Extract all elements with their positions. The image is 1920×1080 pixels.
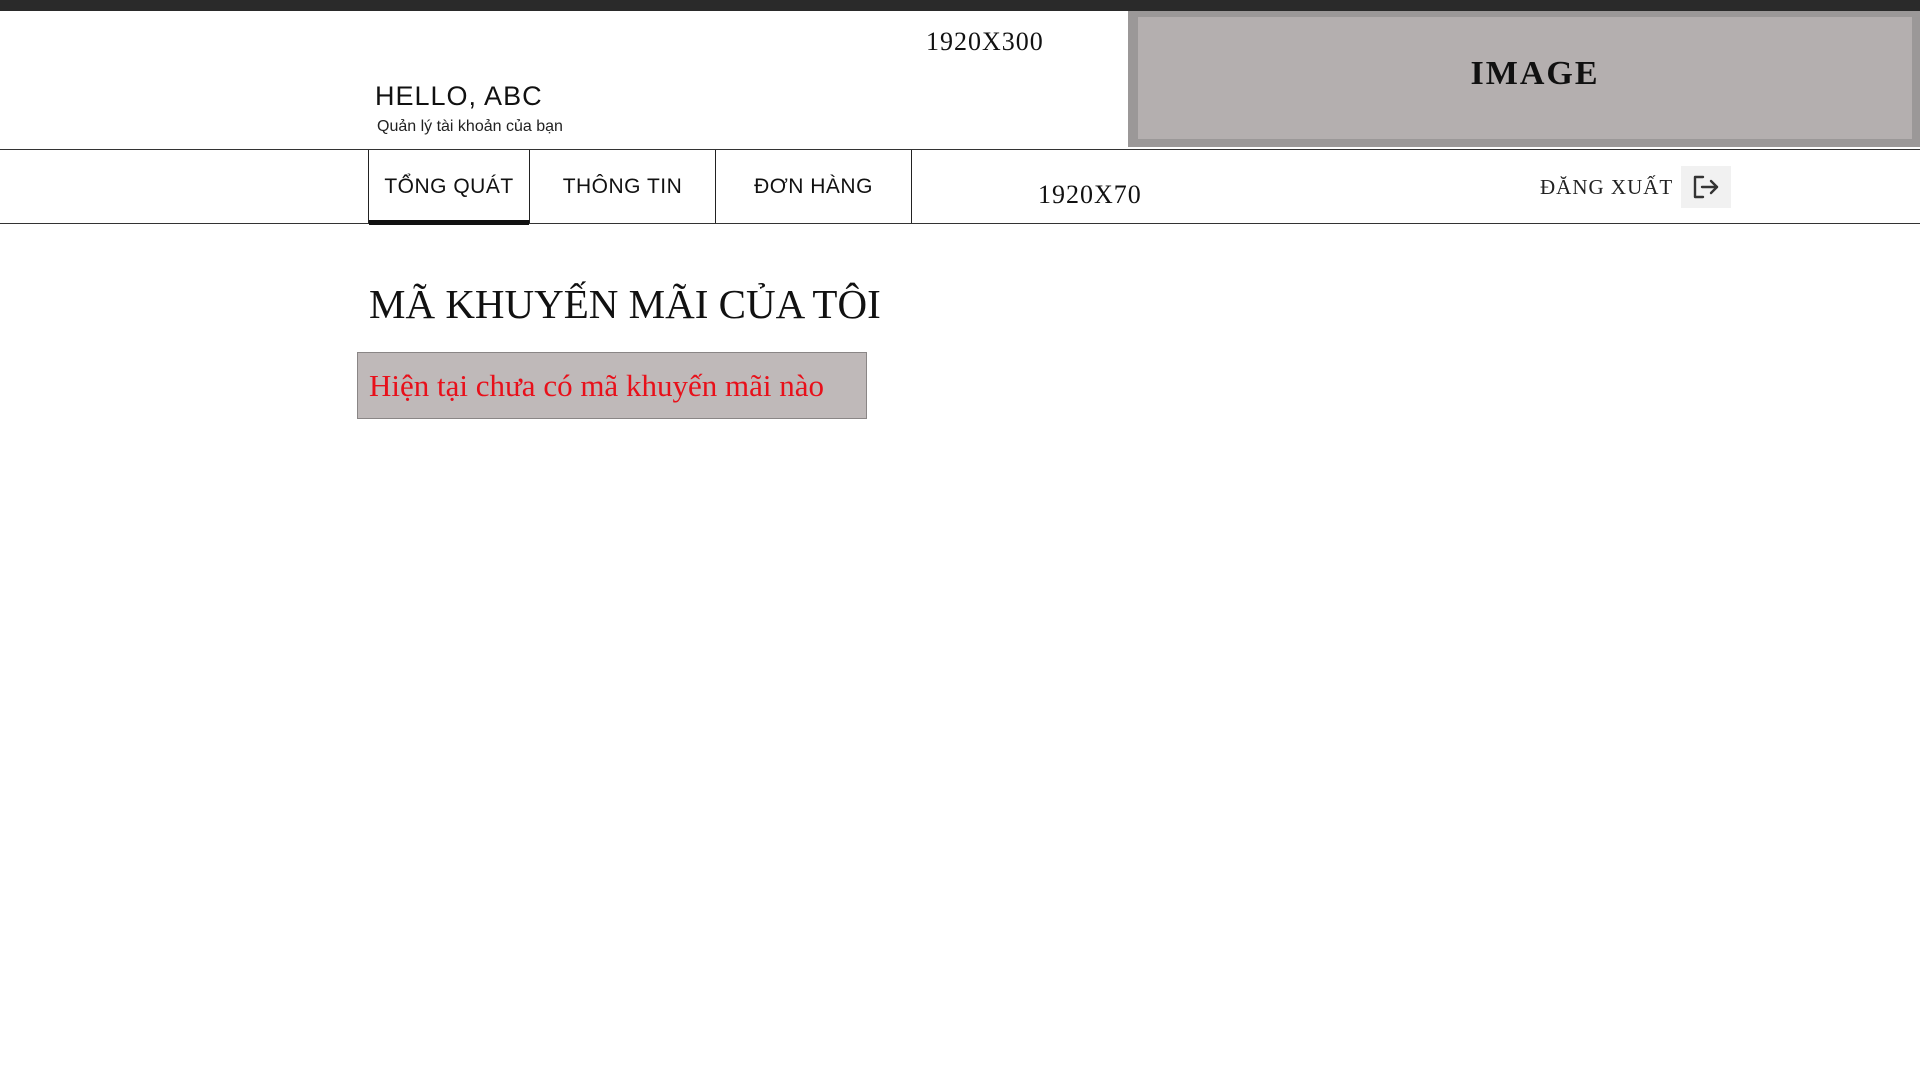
- header-image-placeholder: IMAGE: [1128, 11, 1920, 147]
- greeting-subtitle: Quản lý tài khoản của bạn: [377, 118, 563, 135]
- greeting-title: HELLO, ABC: [375, 81, 543, 111]
- account-nav-bar: TỔNG QUÁT THÔNG TIN ĐƠN HÀNG 1920X70 ĐĂN…: [0, 149, 1920, 225]
- header-size-label: 1920X300: [926, 27, 1044, 56]
- logout-label: ĐĂNG XUẤT: [1540, 174, 1674, 199]
- logout-button[interactable]: ĐĂNG XUẤT: [1540, 166, 1732, 208]
- nav-size-label: 1920X70: [1038, 180, 1142, 209]
- tab-general[interactable]: TỔNG QUÁT: [368, 150, 530, 225]
- image-placeholder-inner: IMAGE: [1138, 17, 1912, 139]
- empty-state-box: Hiện tại chưa có mã khuyến mãi nào: [357, 352, 867, 419]
- tab-info[interactable]: THÔNG TIN: [530, 150, 716, 223]
- image-placeholder-label: IMAGE: [1470, 55, 1600, 92]
- top-bar: [0, 0, 1920, 11]
- logout-icon[interactable]: [1681, 166, 1732, 208]
- tab-orders[interactable]: ĐƠN HÀNG: [716, 150, 912, 223]
- empty-state-message: Hiện tại chưa có mã khuyến mãi nào: [369, 367, 824, 403]
- page-title: MÃ KHUYẾN MÃI CỦA TÔI: [369, 281, 881, 327]
